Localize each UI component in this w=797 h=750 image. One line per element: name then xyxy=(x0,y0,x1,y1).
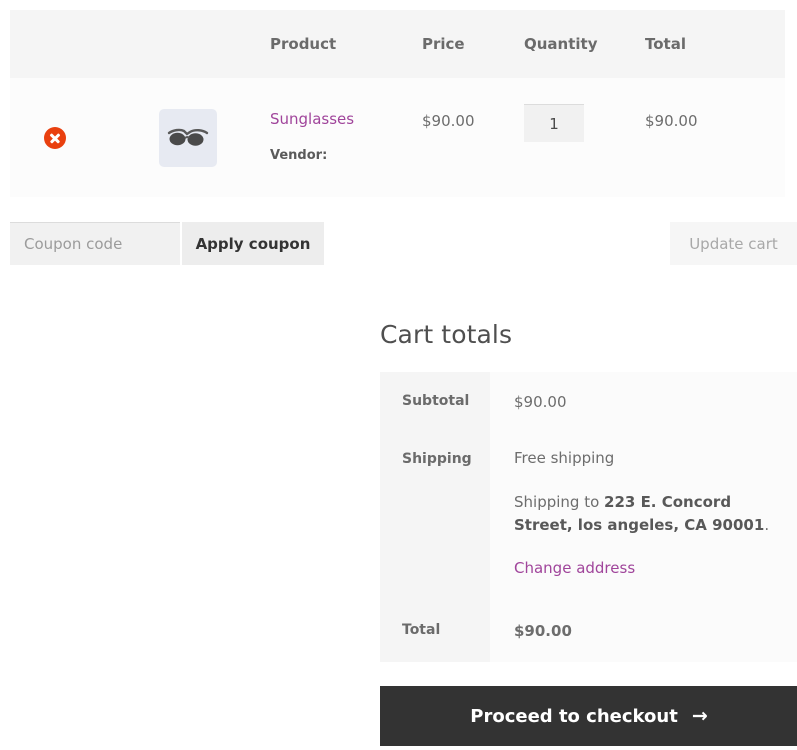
shipping-destination: Shipping to 223 E. Concord Street, los a… xyxy=(514,491,776,538)
remove-item-icon[interactable] xyxy=(44,126,66,149)
column-header-thumbnail xyxy=(107,10,270,78)
product-name-link[interactable]: Sunglasses xyxy=(270,112,422,127)
cart-actions-row: Apply coupon Update cart xyxy=(10,222,797,265)
subtotal-label: Subtotal xyxy=(380,372,490,431)
totals-row-total: Total $90.00 xyxy=(380,600,797,662)
cart-item-price: $90.00 xyxy=(422,78,524,197)
total-value: $90.00 xyxy=(490,600,797,662)
totals-row-shipping: Shipping Free shipping Shipping to 223 E… xyxy=(380,431,797,601)
proceed-to-checkout-button[interactable]: Proceed to checkout → xyxy=(380,686,797,746)
cart-totals-section: Cart totals Subtotal $90.00 Shipping Fre… xyxy=(380,322,797,662)
column-header-product: Product xyxy=(270,10,422,78)
cart-item-thumbnail-cell xyxy=(107,78,270,197)
product-vendor-label: Vendor: xyxy=(270,148,328,163)
cart-item-remove-cell xyxy=(10,78,107,197)
product-thumbnail[interactable] xyxy=(159,108,217,167)
total-label: Total xyxy=(380,600,490,662)
arrow-right-icon: → xyxy=(691,704,708,727)
change-address-link[interactable]: Change address xyxy=(514,560,635,576)
cart-totals-title: Cart totals xyxy=(380,320,513,349)
column-header-price: Price xyxy=(422,10,524,78)
cart-item-quantity-cell xyxy=(524,78,645,197)
column-header-total: Total xyxy=(645,10,785,78)
column-header-remove xyxy=(10,10,107,78)
cart-item-product-cell: Sunglasses Vendor: xyxy=(270,78,422,197)
shipping-label: Shipping xyxy=(380,431,490,601)
subtotal-value: $90.00 xyxy=(490,372,797,431)
quantity-input[interactable] xyxy=(524,104,584,142)
shipping-cell: Free shipping Shipping to 223 E. Concord… xyxy=(490,431,797,601)
cart-table-header-row: Product Price Quantity Total xyxy=(10,10,785,78)
cart-items-table: Product Price Quantity Total Sunglasses … xyxy=(10,10,785,197)
column-header-quantity: Quantity xyxy=(524,10,645,78)
sunglasses-icon xyxy=(167,128,209,146)
update-cart-button[interactable]: Update cart xyxy=(670,222,797,265)
shipping-method: Free shipping xyxy=(514,449,615,467)
shipping-to-prefix: Shipping to xyxy=(514,493,605,511)
cart-totals-table: Subtotal $90.00 Shipping Free shipping S… xyxy=(380,372,797,662)
checkout-button-label: Proceed to checkout xyxy=(470,705,678,727)
coupon-code-input[interactable] xyxy=(10,222,180,265)
cart-item-line-total: $90.00 xyxy=(645,78,785,197)
shipping-to-suffix: . xyxy=(764,516,770,535)
cart-item-row: Sunglasses Vendor: $90.00 $90.00 xyxy=(10,78,785,197)
apply-coupon-button[interactable]: Apply coupon xyxy=(182,222,324,265)
totals-row-subtotal: Subtotal $90.00 xyxy=(380,372,797,431)
